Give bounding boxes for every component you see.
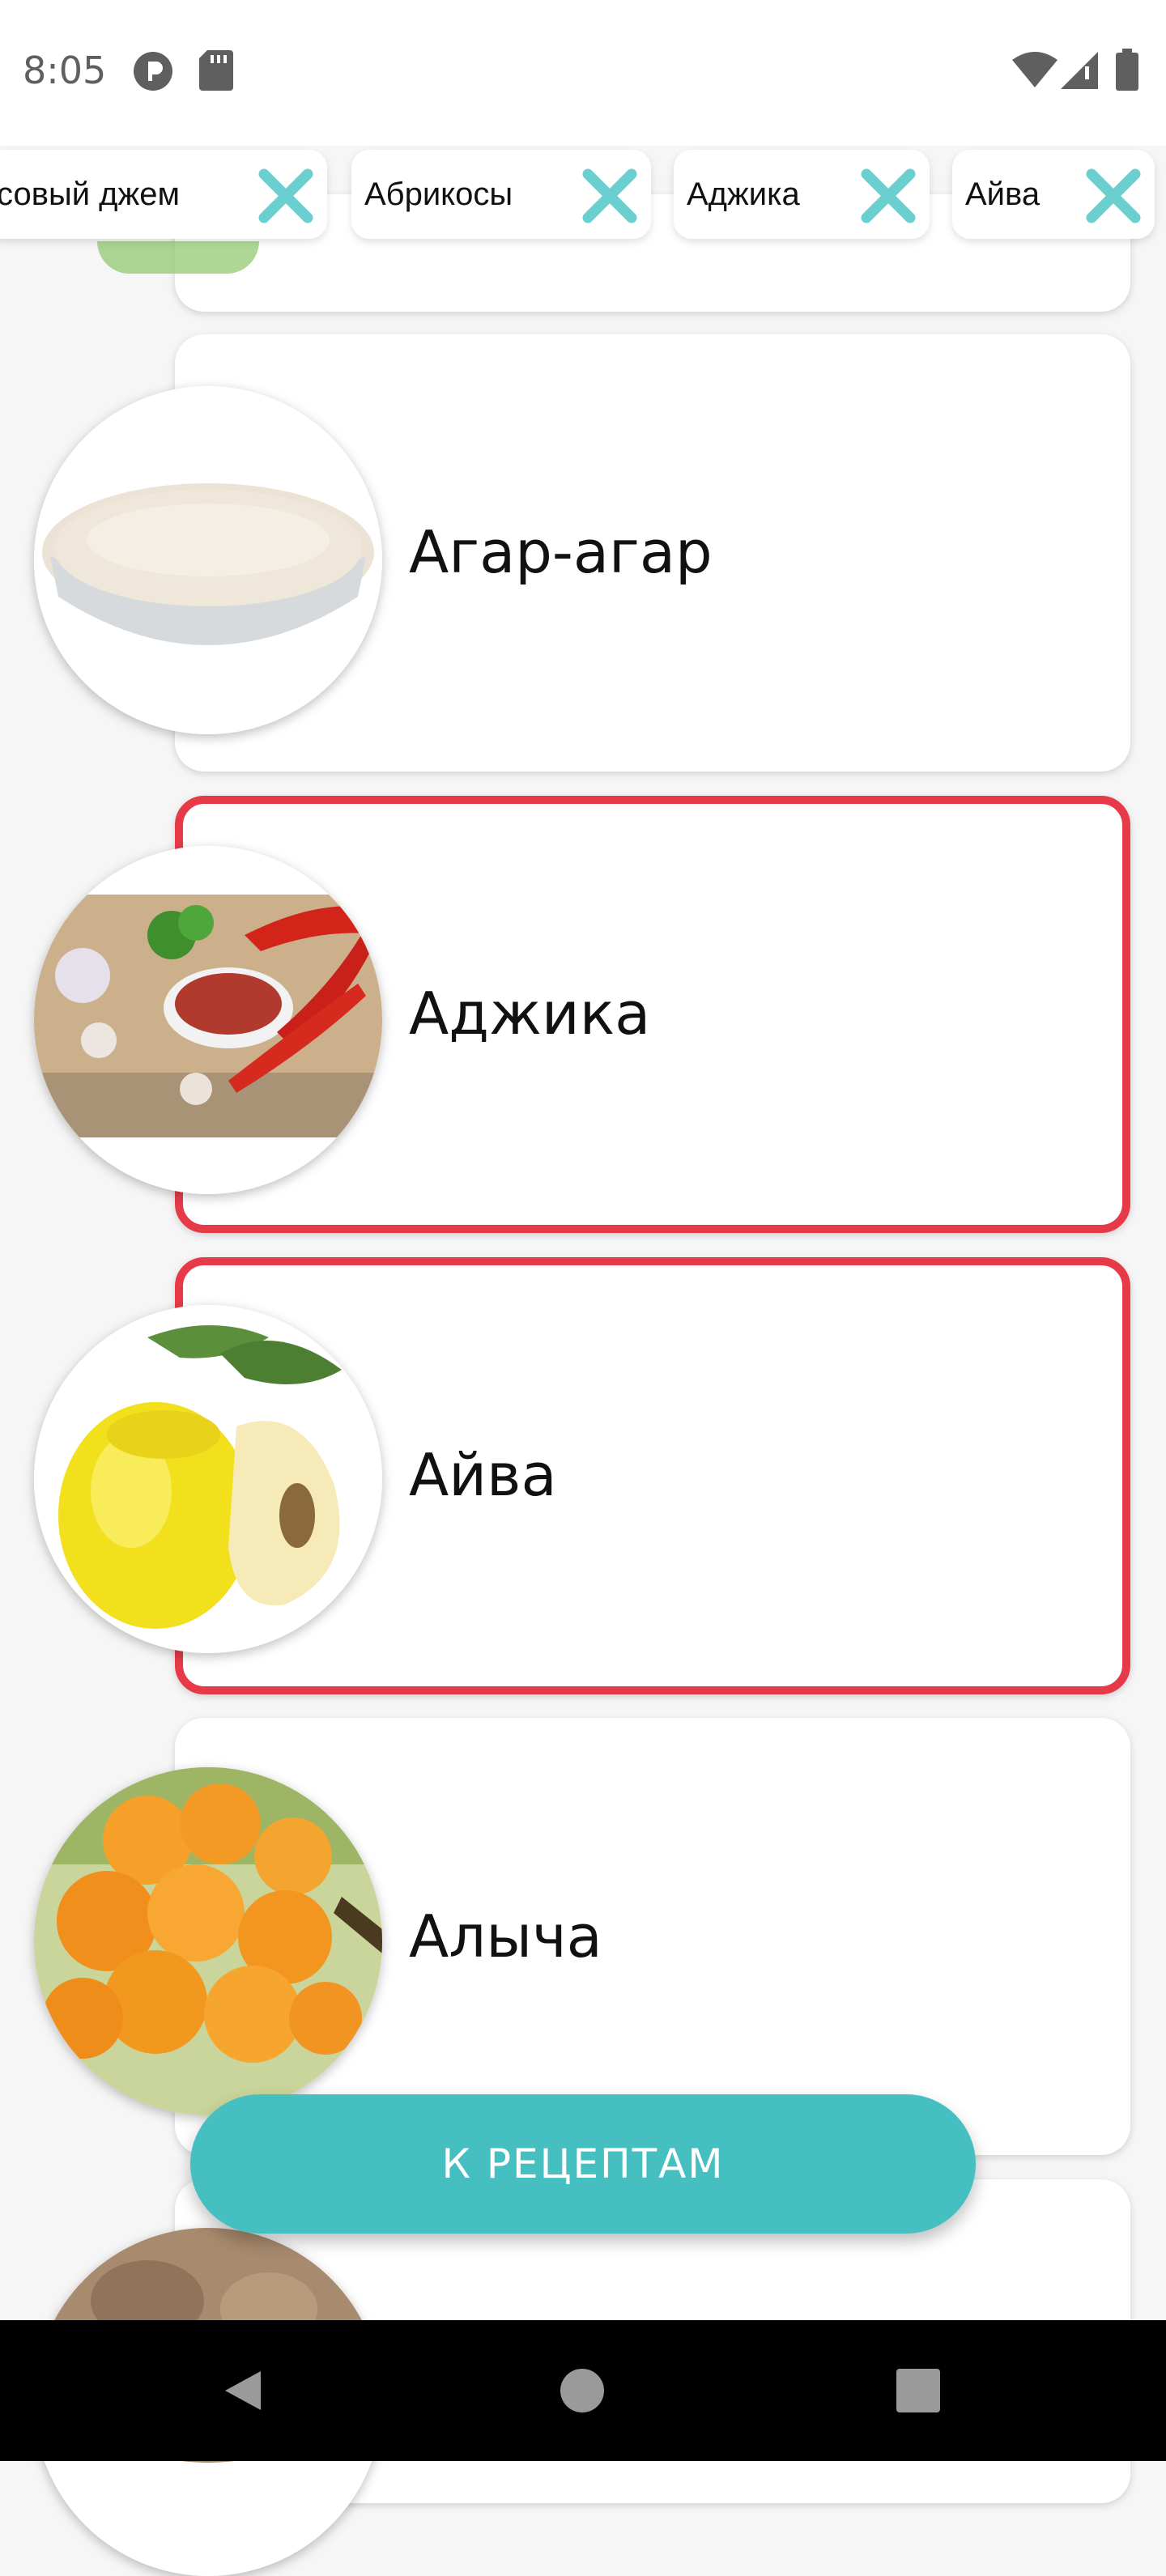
chip-label: Абрикосы	[364, 176, 513, 212]
system-nav-bar	[0, 2320, 1166, 2461]
product-image-quince	[34, 1305, 382, 1653]
chip-apricots[interactable]: Абрикосы	[351, 150, 651, 239]
home-icon[interactable]	[559, 2367, 606, 2414]
sd-card-icon	[199, 50, 233, 91]
remove-chip-icon[interactable]	[257, 168, 314, 224]
chip-quince[interactable]: Айва	[952, 150, 1155, 239]
to-recipes-button[interactable]: К РЕЦЕПТАМ	[190, 2094, 976, 2234]
chip-jam[interactable]: совый джем	[0, 150, 327, 239]
product-image-agar	[34, 386, 382, 734]
chip-label: Айва	[965, 176, 1040, 212]
back-icon[interactable]	[219, 2366, 267, 2415]
remove-chip-icon[interactable]	[860, 168, 917, 224]
product-name: Айва	[409, 1441, 557, 1509]
product-name: Алыча	[409, 1902, 602, 1970]
chip-label: Аджика	[687, 176, 800, 212]
product-image-adjika	[34, 846, 382, 1194]
app-notification-icon	[134, 52, 172, 91]
remove-chip-icon[interactable]	[581, 168, 638, 224]
chip-adjika[interactable]: Аджика	[674, 150, 930, 239]
product-name: Агар-агар	[409, 518, 713, 586]
product-name: Аджика	[409, 980, 651, 1048]
cell-signal-icon	[1061, 52, 1098, 89]
battery-icon	[1116, 49, 1138, 91]
product-image-partial	[97, 241, 259, 274]
status-bar: 8:05	[0, 0, 1166, 146]
chip-label: совый джем	[0, 176, 180, 212]
status-time: 8:05	[23, 49, 107, 92]
recents-icon[interactable]	[896, 2369, 940, 2412]
remove-chip-icon[interactable]	[1085, 168, 1142, 224]
product-image-cherry-plum	[34, 1767, 382, 2115]
selected-ingredients-bar: совый джем Абрикосы Аджика Айва	[0, 150, 1166, 243]
wifi-icon	[1012, 52, 1057, 87]
